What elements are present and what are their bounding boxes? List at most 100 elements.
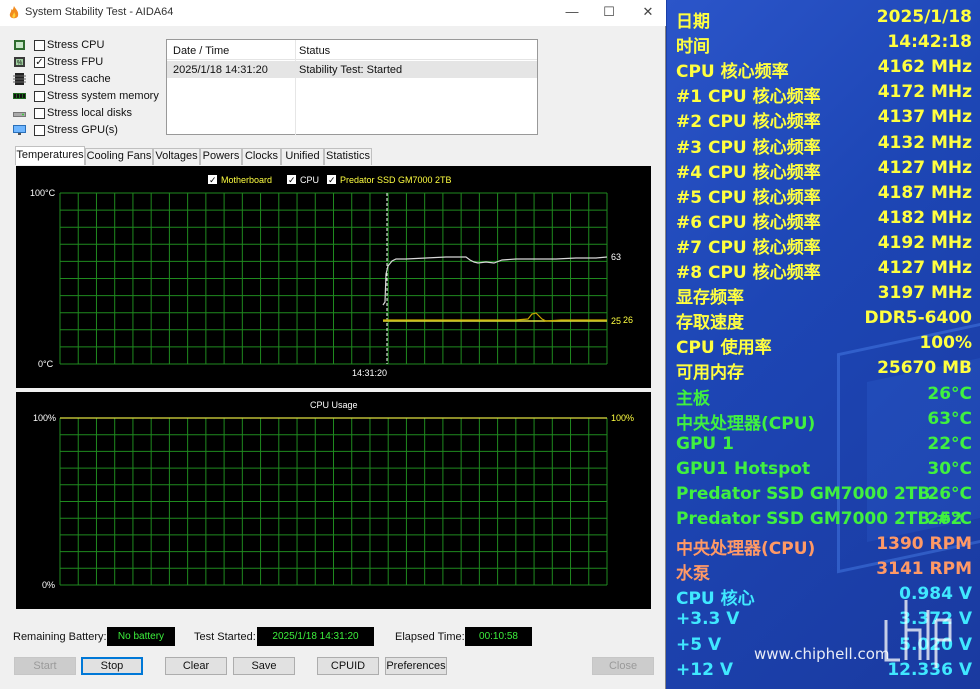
osd-row: 中央处理器(CPU) 63°C: [676, 408, 972, 434]
osd-row-label: #5 CPU 核心频率: [676, 187, 821, 208]
log-column-divider: [295, 40, 296, 135]
osd-row-value: 63°C: [927, 408, 972, 429]
stress-disks-label: Stress local disks: [47, 107, 132, 119]
osd-row: #6 CPU 核心频率 4182 MHz: [676, 207, 972, 233]
svg-text:✓: ✓: [209, 176, 217, 186]
minimize-button[interactable]: —: [557, 2, 587, 22]
stress-memory-label: Stress system memory: [47, 90, 159, 102]
osd-row-value: 2025/1/18: [876, 7, 972, 27]
osd-row-label: GPU 1: [676, 433, 734, 454]
osd-row-label: +3.3 V: [676, 609, 740, 630]
temp-y-max-label: 100°C: [30, 188, 56, 198]
temp-time-label: 14:31:20: [352, 368, 387, 378]
test-log-list[interactable]: Date / Time Status 2025/1/18 14:31:20 St…: [166, 39, 538, 135]
stress-cpu-option[interactable]: Stress CPU: [13, 38, 163, 54]
ssd-temp-line: [383, 312, 607, 322]
osd-row: CPU 核心频率 4162 MHz: [676, 57, 972, 82]
osd-row-label: 主板: [676, 388, 710, 409]
title-bar[interactable]: System Stability Test - AIDA64 — ☐ ✕: [0, 0, 666, 26]
stress-memory-option[interactable]: Stress system memory: [13, 89, 163, 105]
log-row[interactable]: 2025/1/18 14:31:20 Stability Test: Start…: [167, 61, 537, 78]
osd-row: #8 CPU 核心频率 4127 MHz: [676, 258, 972, 283]
svg-text:✓: ✓: [328, 176, 336, 186]
osd-row-value: 4127 MHz: [877, 258, 972, 278]
log-row-status: Stability Test: Started: [299, 64, 403, 76]
osd-row-value: 22°C: [927, 433, 972, 454]
maximize-button[interactable]: ☐: [594, 2, 624, 22]
osd-row-label: 存取速度: [676, 313, 744, 334]
sensor-osd-panel: 日期 2025/1/18 时间 14:42:18 CPU 核心频率 4162 MHz #1 …: [667, 0, 980, 689]
cpu-usage-graph-canvas: CPU Usage 100% 0% 100%: [33, 400, 634, 590]
window-title: System Stability Test - AIDA64: [25, 6, 174, 18]
log-header-date[interactable]: Date / Time: [173, 45, 229, 57]
osd-row-label: 水泵: [676, 564, 710, 585]
temperature-legend: ✓ Motherboard ✓ CPU ✓ Predator SSD GM700…: [208, 175, 452, 186]
osd-row: #1 CPU 核心频率 4172 MHz: [676, 82, 972, 108]
osd-row-value: 100%: [919, 333, 972, 354]
aida64-window: System Stability Test - AIDA64 — ☐ ✕ Str…: [0, 0, 666, 689]
osd-row-value: 4187 MHz: [877, 182, 972, 203]
osd-row-label: #2 CPU 核心频率: [676, 112, 821, 133]
osd-row-value: 26°C: [927, 483, 972, 504]
save-button[interactable]: Save: [233, 657, 295, 675]
clear-button[interactable]: Clear: [165, 657, 227, 675]
battery-value: No battery: [107, 627, 175, 646]
osd-row-value: 4127 MHz: [877, 157, 972, 178]
osd-row: 可用内存 25670 MB: [676, 358, 972, 383]
osd-row: #5 CPU 核心频率 4187 MHz: [676, 182, 972, 208]
motherboard-temp-value: 25: [611, 316, 621, 326]
osd-row: Predator SSD GM7000 2TB 26°C: [676, 484, 972, 508]
osd-row-value: 4162 MHz: [877, 57, 972, 78]
tab-temperatures[interactable]: Temperatures: [15, 146, 85, 165]
stress-fpu-option[interactable]: % ✓ Stress FPU: [13, 55, 163, 71]
close-button[interactable]: Close: [592, 657, 654, 675]
preferences-button[interactable]: Preferences: [385, 657, 447, 675]
osd-row-label: #1 CPU 核心频率: [676, 87, 821, 108]
stress-gpu-option[interactable]: Stress GPU(s): [13, 123, 163, 139]
osd-row-value: 14:42:18: [887, 32, 972, 53]
osd-row-label: 时间: [676, 37, 710, 58]
osd-row-label: Predator SSD GM7000 2TB #2: [676, 509, 963, 529]
stress-cache-checkbox[interactable]: [34, 74, 45, 85]
stress-fpu-checkbox[interactable]: ✓: [34, 57, 45, 68]
temperature-graph-canvas: ✓ Motherboard ✓ CPU ✓ Predator SSD GM700…: [30, 175, 633, 378]
cpuid-button[interactable]: CPUID: [317, 657, 379, 675]
chiphell-watermark: www.chiphell.com: [754, 645, 890, 663]
test-started-value: 2025/1/18 14:31:20: [257, 627, 374, 646]
start-button[interactable]: Start: [14, 657, 76, 675]
stress-memory-checkbox[interactable]: [34, 91, 45, 102]
osd-row-value: 30°C: [927, 458, 972, 479]
osd-row-value: 3197 MHz: [877, 283, 972, 304]
stop-button[interactable]: Stop: [81, 657, 143, 675]
osd-row-label: CPU 使用率: [676, 338, 772, 359]
tab-clocks[interactable]: Clocks: [242, 148, 281, 165]
osd-row-value: 4137 MHz: [877, 107, 972, 128]
tab-powers[interactable]: Powers: [200, 148, 242, 165]
osd-row-value: 4182 MHz: [877, 207, 972, 228]
osd-row: Predator SSD GM7000 2TB #2 26°C: [676, 509, 972, 533]
osd-row-label: #6 CPU 核心频率: [676, 212, 821, 233]
cpu-usage-value: 100%: [611, 413, 634, 423]
tab-voltages[interactable]: Voltages: [153, 148, 200, 165]
osd-row-value: 4132 MHz: [877, 132, 972, 153]
osd-row-value: 1390 RPM: [876, 534, 972, 555]
fpu-chip-icon: %: [14, 57, 25, 67]
close-window-button[interactable]: ✕: [633, 2, 663, 22]
stress-gpu-checkbox[interactable]: [34, 125, 45, 136]
osd-row: #3 CPU 核心频率 4132 MHz: [676, 132, 972, 158]
osd-row: 日期 2025/1/18: [676, 7, 972, 32]
log-header-status[interactable]: Status: [299, 45, 330, 57]
osd-row: 主板 26°C: [676, 384, 972, 409]
stress-disks-option[interactable]: Stress local disks: [13, 106, 163, 122]
osd-row-label: CPU 核心: [676, 589, 755, 610]
stress-cache-option[interactable]: Stress cache: [13, 72, 163, 88]
tab-unified[interactable]: Unified: [281, 148, 324, 165]
disk-drive-icon: [13, 112, 26, 117]
stress-cpu-checkbox[interactable]: [34, 40, 45, 51]
tab-cooling-fans[interactable]: Cooling Fans: [85, 148, 153, 165]
chiphell-logo-icon: [884, 600, 952, 668]
stress-disks-checkbox[interactable]: [34, 108, 45, 119]
osd-row-label: GPU1 Hotspot: [676, 458, 811, 479]
tab-statistics[interactable]: Statistics: [324, 148, 372, 165]
svg-text:%: %: [17, 61, 23, 67]
